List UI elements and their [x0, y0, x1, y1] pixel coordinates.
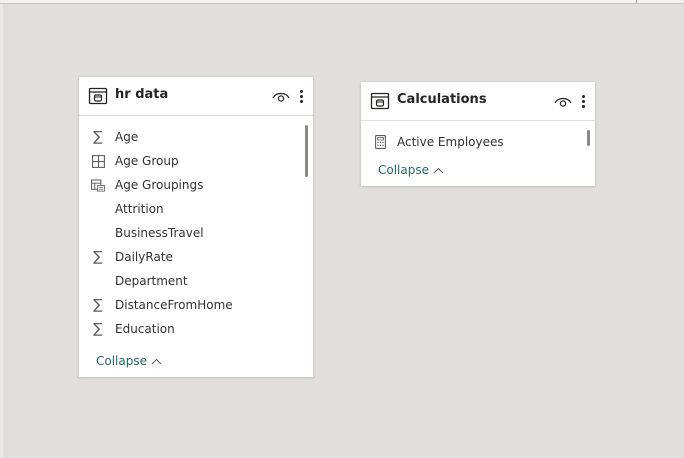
- chevron-up-icon: [151, 358, 162, 364]
- table-icon: [88, 87, 108, 105]
- table-card-header[interactable]: hr data: [79, 77, 313, 116]
- eye-icon[interactable]: [554, 95, 572, 109]
- more-options-icon[interactable]: [298, 90, 304, 106]
- field-name: Education: [115, 322, 175, 336]
- more-options-icon[interactable]: [580, 95, 586, 111]
- table-title: hr data: [115, 87, 169, 102]
- collapse-button[interactable]: Collapse: [378, 163, 444, 177]
- collapse-label: Collapse: [96, 354, 147, 368]
- sigma-icon: ∑: [93, 297, 103, 313]
- sigma-icon: ∑: [93, 129, 103, 145]
- field-name: DistanceFromHome: [115, 298, 233, 312]
- table-card-hr-data[interactable]: hr data ∑ Age Age Group Age Groupings At…: [79, 77, 313, 377]
- field-name: Attrition: [115, 202, 164, 216]
- sigma-icon: ∑: [93, 321, 103, 337]
- scrollbar-thumb[interactable]: [305, 125, 308, 177]
- canvas-left-edge: [0, 0, 3, 458]
- table-title: Calculations: [397, 92, 487, 107]
- collapse-button[interactable]: Collapse: [96, 354, 162, 368]
- table-card-header[interactable]: Calculations: [361, 82, 595, 121]
- field-name: Department: [115, 274, 188, 288]
- field-name: Active Employees: [397, 135, 504, 149]
- field-name: Age: [115, 130, 139, 144]
- table-card-calculations[interactable]: Calculations Active Employees Collapse: [361, 82, 595, 186]
- hierarchy-table-icon: [91, 153, 105, 169]
- field-name: DailyRate: [115, 250, 173, 264]
- sigma-icon: ∑: [93, 249, 103, 265]
- scrollbar-thumb[interactable]: [587, 130, 590, 146]
- group-icon: [91, 177, 105, 193]
- chevron-up-icon: [433, 167, 444, 173]
- field-name: BusinessTravel: [115, 226, 204, 240]
- eye-icon[interactable]: [272, 90, 290, 104]
- collapse-label: Collapse: [378, 163, 429, 177]
- table-icon: [370, 92, 390, 110]
- top-ruler: [0, 0, 684, 4]
- field-name: Age Groupings: [115, 178, 204, 192]
- calculator-icon: [373, 134, 387, 150]
- field-name: Age Group: [115, 154, 179, 168]
